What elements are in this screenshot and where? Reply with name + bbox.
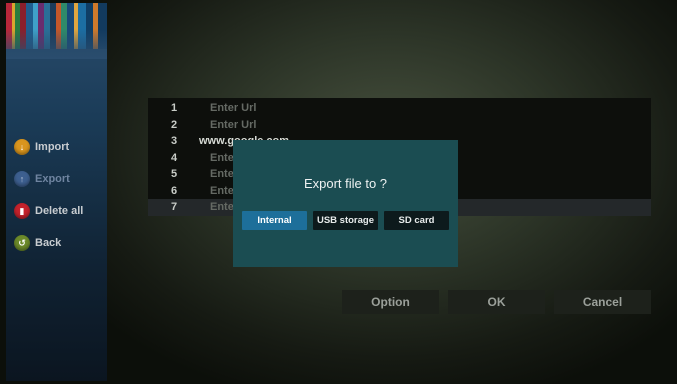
import-icon: ↓ xyxy=(14,139,30,155)
row-number: 6 xyxy=(170,184,178,197)
dialog-title: Export file to ? xyxy=(303,176,388,191)
row-url: Ente xyxy=(210,151,234,164)
sd-card-option-button[interactable]: SD card xyxy=(384,211,449,230)
sidebar-item-label: Export xyxy=(35,173,70,185)
usb-storage-option-button[interactable]: USB storage xyxy=(313,211,378,230)
row-url: Ente xyxy=(210,201,234,213)
cancel-button[interactable]: Cancel xyxy=(554,290,651,314)
row-number: 4 xyxy=(170,151,178,164)
list-item[interactable]: 1 Enter Url xyxy=(148,100,651,117)
banner-fade xyxy=(6,29,107,59)
row-number: 1 xyxy=(170,102,178,114)
sidebar-item-import[interactable]: ↓ Import xyxy=(14,137,69,157)
sidebar-item-delete-all[interactable]: ▮ Delete all xyxy=(14,201,83,221)
row-url: Enter Url xyxy=(210,102,257,114)
list-item[interactable]: 2 Enter Url xyxy=(148,117,651,134)
row-url: Enter Url xyxy=(210,118,257,131)
sidebar: ↓ Import ↑ Export ▮ Delete all ↺ Back xyxy=(6,3,107,381)
internal-option-button[interactable]: Internal xyxy=(242,211,307,230)
row-url: Ente xyxy=(210,168,234,180)
back-icon: ↺ xyxy=(14,235,30,251)
row-url: Ente xyxy=(210,184,234,197)
row-number: 3 xyxy=(170,135,178,147)
export-icon: ↑ xyxy=(14,171,30,187)
row-number: 7 xyxy=(170,201,178,213)
sidebar-item-label: Delete all xyxy=(35,205,84,217)
sidebar-item-export[interactable]: ↑ Export xyxy=(14,169,70,189)
row-number: 5 xyxy=(170,168,178,180)
delete-icon: ▮ xyxy=(14,203,30,219)
sidebar-item-label: Back xyxy=(35,237,62,249)
sidebar-item-back[interactable]: ↺ Back xyxy=(14,233,61,253)
export-dialog: Export file to ? Internal USB storage SD… xyxy=(233,140,458,267)
row-number: 2 xyxy=(170,118,178,131)
sidebar-item-label: Import xyxy=(35,141,70,153)
ok-button[interactable]: OK xyxy=(448,290,545,314)
option-button[interactable]: Option xyxy=(342,290,439,314)
